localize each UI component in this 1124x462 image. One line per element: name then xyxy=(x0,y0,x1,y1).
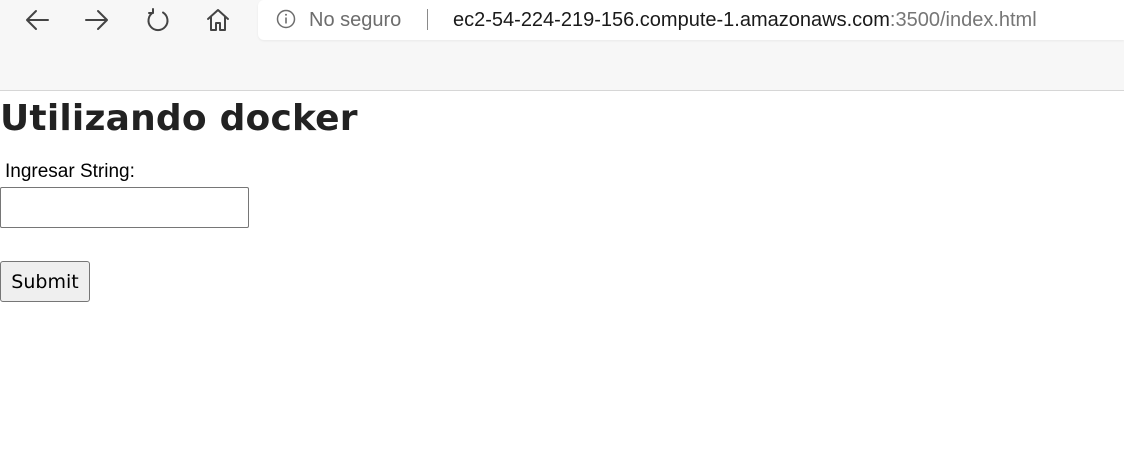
url-host: ec2-54-224-219-156.compute-1.amazonaws.c… xyxy=(453,9,890,31)
address-bar[interactable]: No seguro ec2-54-224-219-156.compute-1.a… xyxy=(258,0,1124,40)
info-icon[interactable] xyxy=(276,9,296,29)
back-arrow-icon xyxy=(26,10,49,30)
home-icon xyxy=(207,9,229,31)
string-field-label: Ingresar String: xyxy=(5,161,135,182)
url-text[interactable]: ec2-54-224-219-156.compute-1.amazonaws.c… xyxy=(453,8,1037,32)
security-status-label[interactable]: No seguro xyxy=(309,8,401,32)
refresh-icon xyxy=(147,8,169,32)
forward-button[interactable] xyxy=(81,4,113,36)
address-divider xyxy=(427,9,428,30)
url-path: :3500/index.html xyxy=(889,9,1037,31)
forward-arrow-icon xyxy=(85,10,108,30)
browser-toolbar: No seguro ec2-54-224-219-156.compute-1.a… xyxy=(0,0,1124,91)
string-input[interactable] xyxy=(0,187,249,228)
refresh-button[interactable] xyxy=(142,4,174,36)
back-button[interactable] xyxy=(21,4,53,36)
page-title: Utilizando docker xyxy=(0,98,358,139)
submit-button[interactable]: Submit xyxy=(0,261,90,302)
home-button[interactable] xyxy=(202,4,234,36)
